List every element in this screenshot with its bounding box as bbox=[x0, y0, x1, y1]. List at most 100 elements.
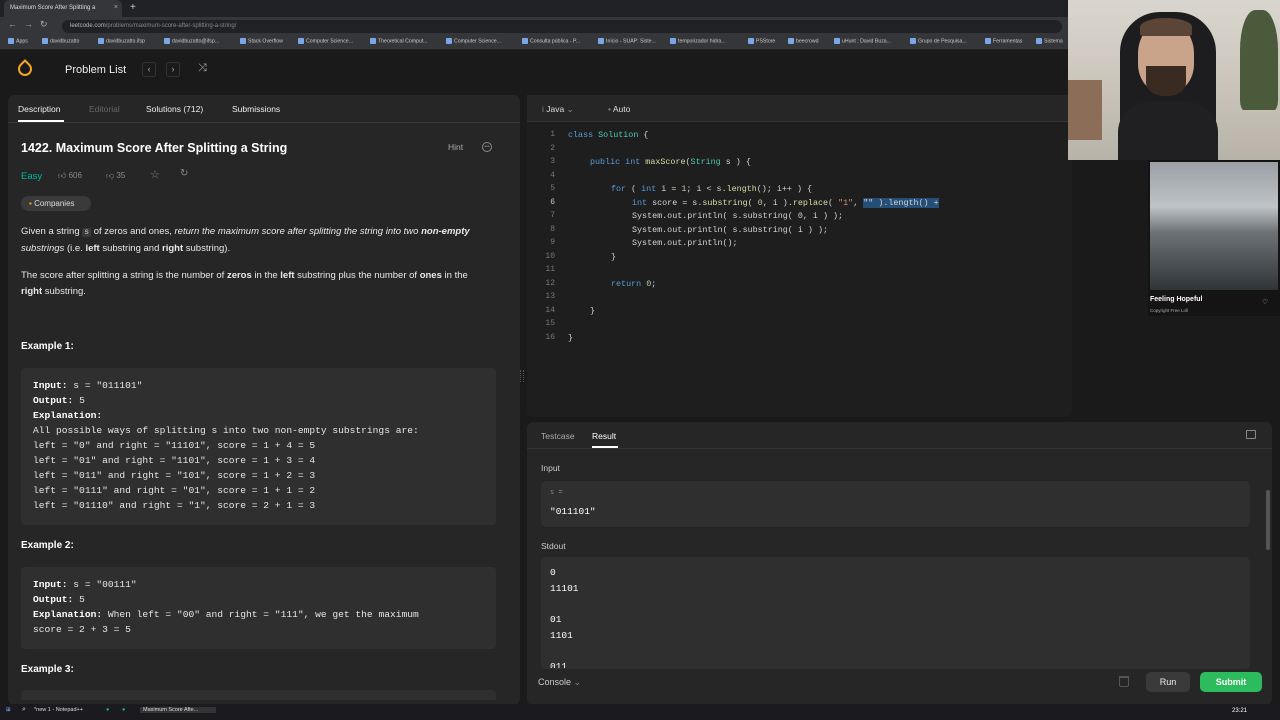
statement-paragraph-1: Given a string s of zeros and ones, retu… bbox=[21, 226, 470, 254]
example-1-box: Input: s = "011101" Output: 5 Explanatio… bbox=[21, 368, 496, 525]
bookmark-item[interactable]: PSStore bbox=[748, 38, 775, 44]
code-line-14[interactable]: } bbox=[590, 306, 595, 316]
close-icon[interactable]: × bbox=[114, 4, 118, 11]
like-button[interactable]: 👍︎ 606 bbox=[58, 171, 82, 181]
share-icon[interactable]: ↻ bbox=[180, 168, 188, 179]
address-bar[interactable]: leetcode.com/problems/maximum-score-afte… bbox=[62, 20, 1062, 33]
code-line-6[interactable]: int score = s.substring( 0, i ).replace(… bbox=[632, 198, 939, 208]
webcam-person-body bbox=[1118, 102, 1218, 160]
bookmark-item[interactable]: davidbuzatto.ifsp bbox=[98, 38, 145, 44]
browser-tab[interactable]: Maximum Score After Splitting a × bbox=[4, 0, 122, 17]
bookmark-item[interactable]: Computer Science... bbox=[446, 38, 501, 44]
scrollbar[interactable] bbox=[1266, 490, 1270, 550]
music-title: Feeling Hopeful bbox=[1150, 296, 1203, 303]
tab-solutions[interactable]: Solutions (712) bbox=[146, 104, 203, 114]
forward-icon[interactable]: → bbox=[24, 19, 33, 29]
bookmark-item[interactable]: Ferramentas bbox=[985, 38, 1022, 44]
windows-start-icon[interactable]: ⊞ bbox=[6, 707, 11, 713]
expand-icon[interactable] bbox=[1246, 430, 1256, 439]
new-tab-button[interactable]: + bbox=[130, 2, 136, 13]
code-line-12[interactable]: return 0; bbox=[611, 279, 656, 289]
autosave-indicator: • Auto bbox=[608, 104, 631, 114]
code-line-1[interactable]: class Solution { bbox=[568, 130, 648, 140]
input-variable: s = bbox=[550, 489, 563, 497]
next-problem-icon[interactable]: › bbox=[166, 62, 180, 77]
example-2-box: Input: s = "00111" Output: 5 Explanation… bbox=[21, 567, 496, 649]
taskbar-browser[interactable]: Maximum Score Afte... bbox=[140, 707, 216, 713]
code-line-10[interactable]: } bbox=[611, 252, 616, 262]
url-path: /problems/maximum-score-after-splitting-… bbox=[105, 23, 237, 29]
line-number: 15 bbox=[545, 319, 555, 328]
taskbar-app-icon[interactable]: ● bbox=[106, 707, 109, 713]
bookmark-item[interactable]: Apps bbox=[8, 38, 28, 44]
difficulty-badge: Easy bbox=[21, 171, 43, 182]
more-icon[interactable]: ••• bbox=[482, 142, 492, 152]
line-number: 11 bbox=[545, 265, 555, 274]
heart-icon: ♡ bbox=[1262, 299, 1269, 306]
prev-problem-icon[interactable]: ‹ bbox=[142, 62, 156, 77]
taskbar-notepad[interactable]: *new 1 - Notepad++ bbox=[34, 707, 83, 713]
stdout-line: 01 bbox=[550, 614, 562, 625]
code-line-16[interactable]: } bbox=[568, 333, 573, 343]
line-number: 5 bbox=[550, 184, 555, 193]
code-editor-panel bbox=[527, 95, 1072, 417]
example-2-heading: Example 2: bbox=[21, 540, 74, 551]
language-select[interactable]: i Java ⌄ bbox=[542, 104, 574, 115]
run-button[interactable]: Run bbox=[1146, 672, 1190, 692]
submit-button[interactable]: Submit bbox=[1200, 672, 1262, 692]
bookmark-item[interactable]: davidbuzatto bbox=[42, 38, 79, 44]
bookmark-item[interactable]: davidbuzatto@ifsp... bbox=[164, 38, 219, 44]
line-number: 12 bbox=[545, 279, 555, 288]
line-number: 13 bbox=[545, 292, 555, 301]
code-line-9[interactable]: System.out.println(); bbox=[632, 238, 738, 248]
star-icon[interactable]: ☆ bbox=[150, 168, 160, 181]
input-value: "011101" bbox=[550, 506, 596, 517]
bookmark-item[interactable]: Sistema bbox=[1036, 38, 1063, 44]
tab-editorial[interactable]: Editorial bbox=[89, 104, 120, 114]
bookmark-item[interactable]: Stack Overflow bbox=[240, 38, 283, 44]
dislike-count: 35 bbox=[116, 171, 126, 180]
stdout-line: 1101 bbox=[550, 630, 573, 641]
taskbar-app-icon[interactable]: ● bbox=[122, 707, 125, 713]
line-number: 6 bbox=[550, 198, 555, 207]
bookmark-item[interactable]: uHunt : David Buza... bbox=[834, 38, 891, 44]
dislike-button[interactable]: 👎︎ 35 bbox=[106, 171, 125, 181]
line-number: 7 bbox=[550, 211, 555, 220]
trash-icon[interactable] bbox=[1119, 676, 1129, 687]
url-host: leetcode.com bbox=[70, 23, 106, 29]
bookmark-item[interactable]: Consulta pública - P... bbox=[522, 38, 580, 44]
tab-result[interactable]: Result bbox=[592, 431, 616, 441]
code-line-8[interactable]: System.out.println( s.substring( i ) ); bbox=[632, 225, 828, 235]
bookmark-item[interactable]: Início - SUAP: Siste... bbox=[598, 38, 656, 44]
taskbar-clock: 23:21 bbox=[1232, 708, 1248, 714]
tab-description[interactable]: Description bbox=[18, 104, 61, 114]
search-icon[interactable]: ⌕ bbox=[22, 706, 26, 714]
thumbs-down-icon: 👎︎ bbox=[106, 171, 117, 180]
line-number: 16 bbox=[545, 333, 555, 342]
reload-icon[interactable]: ↻ bbox=[40, 19, 48, 30]
shuffle-icon[interactable]: ⤨ bbox=[198, 62, 207, 75]
companies-tag[interactable]: ▪ Companies bbox=[21, 196, 91, 211]
panel-resize-handle[interactable] bbox=[520, 370, 524, 382]
webcam-person-hair bbox=[1140, 18, 1192, 36]
line-number: 10 bbox=[545, 252, 555, 261]
bookmark-item[interactable]: Theoretical Comput... bbox=[370, 38, 428, 44]
example-3-box bbox=[21, 690, 496, 700]
problem-list-link[interactable]: Problem List bbox=[65, 64, 126, 76]
bookmark-item[interactable]: Grupo de Pesquisa... bbox=[910, 38, 967, 44]
tab-testcase[interactable]: Testcase bbox=[541, 431, 575, 441]
bookmark-item[interactable]: beecrowd bbox=[788, 38, 819, 44]
active-tab-indicator bbox=[18, 120, 64, 122]
line-number: 14 bbox=[545, 306, 555, 315]
code-line-7[interactable]: System.out.println( s.substring( 0, i ) … bbox=[632, 211, 843, 221]
code-line-3[interactable]: public int maxScore(String s ) { bbox=[590, 157, 751, 167]
bookmark-item[interactable]: Computer Science... bbox=[298, 38, 353, 44]
tab-submissions[interactable]: Submissions bbox=[232, 104, 280, 114]
back-icon[interactable]: ← bbox=[8, 19, 17, 29]
line-number: 8 bbox=[550, 225, 555, 234]
console-toggle[interactable]: Console ⌄ bbox=[538, 677, 581, 688]
chevron-down-icon: ⌄ bbox=[564, 104, 574, 114]
bookmark-item[interactable]: temporizador hidra... bbox=[670, 38, 726, 44]
hint-button[interactable]: Hint bbox=[448, 142, 463, 152]
code-line-5[interactable]: for ( int i = 1; i < s.length(); i++ ) { bbox=[611, 184, 812, 194]
